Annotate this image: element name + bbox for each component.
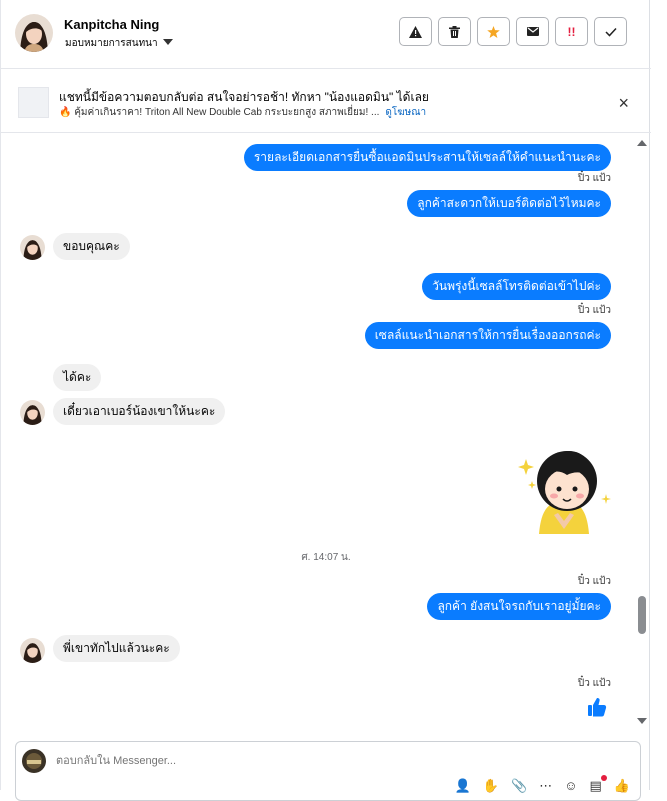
chevron-down-icon [162,39,173,45]
trash-icon [449,25,460,38]
scroll-down-arrow[interactable] [637,718,647,724]
notification-dot [600,775,607,781]
like-send-icon[interactable]: 👍 [614,778,630,794]
incoming-message[interactable]: ได้คะ [53,364,102,391]
assign-label: มอบหมายการสนทนา [65,38,158,49]
assign-conversation-dropdown[interactable]: มอบหมายการสนทนา [65,36,173,51]
contact-name[interactable]: Kanpitcha Ning [64,17,159,32]
mail-icon [526,27,539,36]
star-icon [487,25,500,38]
spam-button[interactable]: !! [555,17,588,46]
sticker-image[interactable] [514,439,614,534]
add-contact-icon[interactable]: 👤 [455,778,471,794]
close-icon[interactable]: × [618,93,629,114]
seen-by-label: ปิ๋ว แป้ว [577,576,611,587]
emoji-icon[interactable]: ☺ [564,778,577,794]
attachment-icon[interactable]: 📎 [511,778,527,794]
hand-icon[interactable]: ✋ [483,778,499,794]
seen-by-label: ปิ๋ว แป้ว [577,173,611,184]
mark-unread-button[interactable] [516,17,549,46]
outgoing-message[interactable]: ลูกค้า ยังสนใจรถกับเราอยู่มั้ยคะ [427,593,611,620]
incoming-message[interactable]: ขอบคุณคะ [53,233,130,260]
thumbs-up-icon[interactable] [587,697,607,722]
more-icon[interactable]: ⋯ [539,778,552,794]
outgoing-message[interactable]: เซลล์แนะนำเอกสารให้การยื่นเรื่องออกรถค่ะ [364,322,611,349]
check-icon [604,27,617,37]
avatar [20,638,45,663]
incoming-message[interactable]: พี่เขาทักไปแล้วนะคะ [53,635,180,662]
message-composer: 👤 ✋ 📎 ⋯ ☺ ▤ 👍 [15,741,641,801]
notes-icon[interactable]: ▤ [590,775,607,794]
outgoing-message[interactable]: วันพรุ่งนี้เซลล์โทรติดต่อเข้าไปค่ะ [422,273,611,300]
mark-done-button[interactable] [594,17,627,46]
warning-icon [409,25,422,38]
header-actions: !! [399,17,627,46]
ad-subtitle-text: 🔥 คุ้มค่าเกินราคา! Triton All New Double… [59,107,380,118]
seen-by-label: ปิ๋ว แป้ว [577,678,611,689]
scroll-up-arrow[interactable] [637,140,647,146]
seen-by-label: ปิ๋ว แป้ว [577,305,611,316]
incoming-message[interactable]: เดี๋ยวเอาเบอร์น้องเขาให้นะคะ [53,398,226,425]
ad-thumbnail-image[interactable] [18,87,49,118]
conversation-header: Kanpitcha Ning มอบหมายการสนทนา !! [1,0,651,69]
scrollbar-thumb[interactable] [638,596,646,634]
avatar [20,400,45,425]
page-avatar [22,749,46,773]
avatar [20,235,45,260]
star-button[interactable] [477,17,510,46]
report-button[interactable] [399,17,432,46]
message-thread: รายละเอียดเอกสารยื่นซื้อแอดมินประสานให้เ… [1,134,651,734]
ad-banner: แชทนี้มีข้อความตอบกลับต่อ สนใจอย่ารอช้า!… [1,71,651,133]
delete-button[interactable] [438,17,471,46]
timestamp: ศ. 14:07 น. [301,552,351,563]
composer-tools: 👤 ✋ 📎 ⋯ ☺ ▤ 👍 [455,775,630,794]
outgoing-message[interactable]: รายละเอียดเอกสารยื่นซื้อแอดมินประสานให้เ… [243,144,611,171]
spam-icon: !! [567,24,576,39]
reply-input[interactable] [54,754,458,768]
outgoing-message[interactable]: ลูกค้าสะดวกให้เบอร์ติดต่อไว้ไหมคะ [407,190,611,217]
view-ad-link[interactable]: ดูโฆษณา [385,107,426,118]
avatar[interactable] [15,14,53,52]
ad-subtitle: 🔥 คุ้มค่าเกินราคา! Triton All New Double… [59,105,426,120]
chat-window: Kanpitcha Ning มอบหมายการสนทนา !! แชทนี้… [0,0,651,801]
